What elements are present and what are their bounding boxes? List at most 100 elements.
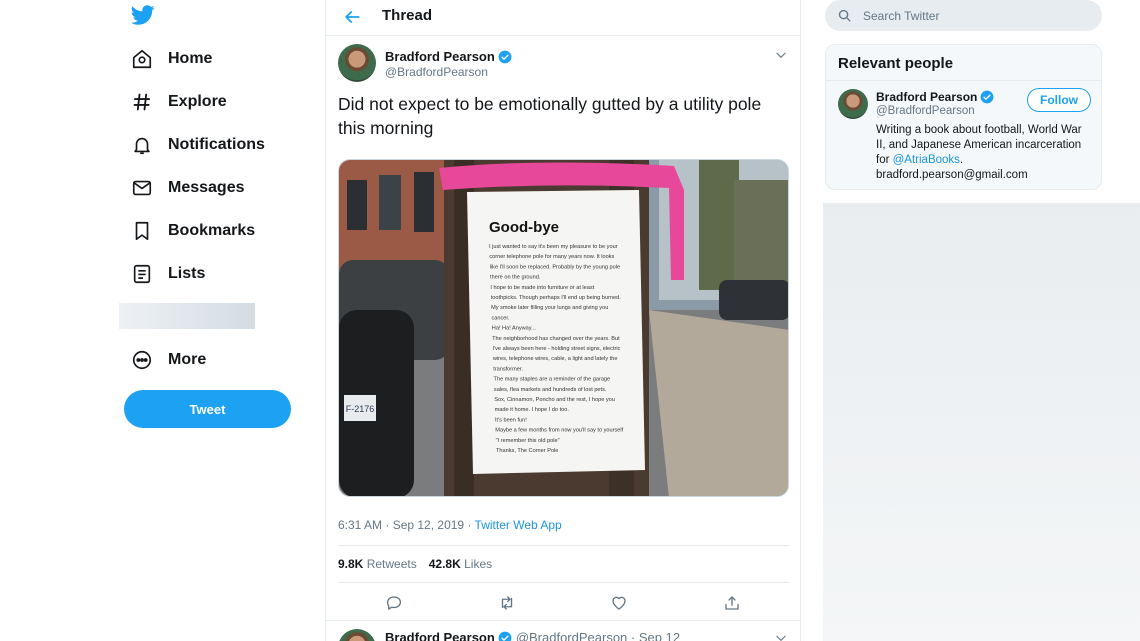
relevant-person-handle[interactable]: @BradfordPearson xyxy=(876,105,975,117)
nav-label-bookmarks: Bookmarks xyxy=(168,222,256,239)
more-icon xyxy=(130,348,154,372)
sign-line: I hope to be made into furniture or at l… xyxy=(490,285,594,291)
hashtag-icon xyxy=(130,90,154,114)
sign-line: Thanks, The Corner Pole xyxy=(496,448,558,454)
tweet-actions xyxy=(326,592,800,616)
twitter-logo-icon[interactable] xyxy=(130,3,156,27)
nav-label-messages: Messages xyxy=(168,179,245,196)
sign-line: Maybe a few months from now you'll say t… xyxy=(495,428,623,434)
nav-item-notifications[interactable]: Notifications xyxy=(130,128,265,162)
sign-line: there on the ground. xyxy=(490,275,541,281)
nav-item-messages[interactable]: Messages xyxy=(130,171,245,205)
likes-stat[interactable]: 42.8K Likes xyxy=(429,557,492,571)
search-bar[interactable] xyxy=(825,0,1102,31)
tweet-author-handle[interactable]: @BradfordPearson xyxy=(385,65,488,79)
search-icon xyxy=(838,9,851,22)
tweet-text: Did not expect to be emotionally gutted … xyxy=(338,94,762,138)
bio-text-end: . xyxy=(959,154,964,166)
reply-author-row: Bradford Pearson @BradfordPearson · Sep … xyxy=(385,630,680,641)
sign-line: corner telephone pole for many years now… xyxy=(489,254,614,260)
tweet-photo[interactable]: F-2176 Good-bye I just wanted to say it'… xyxy=(338,159,789,497)
nav-item-more[interactable]: More xyxy=(130,343,206,377)
sign-line: The neighborhood has changed over the ye… xyxy=(492,336,620,342)
reply-author-handle[interactable]: @BradfordPearson · Sep 12 xyxy=(516,630,680,641)
nav-label-notifications: Notifications xyxy=(168,136,265,153)
chevron-down-icon[interactable] xyxy=(774,48,788,62)
avatar[interactable] xyxy=(338,629,376,641)
avatar[interactable] xyxy=(838,89,868,119)
tweet-time: 6:31 AM · Sep 12, 2019 · xyxy=(338,518,475,532)
sign-title: Good-bye xyxy=(489,219,559,236)
sign-line: sales, flea markets and hundreds of lost… xyxy=(494,387,607,393)
sign-line: I just wanted to say it's been my pleasu… xyxy=(489,244,618,250)
sign-line: My smoke later filling your lungs and gi… xyxy=(491,305,608,311)
sign-line: transformer. xyxy=(493,366,523,372)
page-title: Thread xyxy=(382,7,433,24)
nav-label-lists: Lists xyxy=(168,265,206,282)
trends-placeholder xyxy=(823,203,1140,641)
nav-item-bookmarks[interactable]: Bookmarks xyxy=(130,214,255,248)
likes-count: 42.8K xyxy=(428,557,461,571)
reply-icon[interactable] xyxy=(385,594,403,612)
verified-badge-icon xyxy=(498,50,512,63)
relevant-person-row: Bradford Pearson xyxy=(876,90,994,104)
tweet-author-row: Bradford Pearson xyxy=(385,49,512,64)
tweet-timestamp: 6:31 AM · Sep 12, 2019 · Twitter Web App xyxy=(338,518,562,532)
sign-line: cancer. xyxy=(491,315,509,321)
bookmark-icon xyxy=(130,219,154,243)
nav-label-more: More xyxy=(168,351,207,368)
back-arrow-icon[interactable] xyxy=(342,7,362,27)
retweets-stat[interactable]: 9.8K Retweets xyxy=(338,557,417,571)
chevron-down-icon[interactable] xyxy=(774,631,788,641)
follow-button[interactable]: Follow xyxy=(1027,88,1091,112)
nav-item-explore[interactable]: Explore xyxy=(130,85,227,119)
sign-line: like I'll soon be replaced. Probably by … xyxy=(490,264,620,270)
sign-line: I've always been here - holding street s… xyxy=(493,346,621,352)
search-input[interactable] xyxy=(863,0,1093,31)
divider xyxy=(326,620,800,621)
divider xyxy=(338,545,789,546)
home-icon xyxy=(130,47,154,71)
retweets-count: 9.8K xyxy=(338,557,364,571)
verified-badge-icon xyxy=(498,631,512,641)
license-plate-text: F-2176 xyxy=(346,404,375,414)
likes-label: Likes xyxy=(464,557,493,571)
sign-line: toothpicks. Though perhaps I'll end up b… xyxy=(491,295,621,301)
nav-label-explore: Explore xyxy=(168,93,227,110)
tweet-button[interactable]: Tweet xyxy=(124,390,291,428)
sign-line: The many staples are a reminder of the g… xyxy=(494,377,611,383)
sign-line: Sox, Cinnamon, Poncho and the rest, I ho… xyxy=(494,397,615,403)
main-column: Thread Bradford Pearson @BradfordPearson… xyxy=(325,0,801,641)
tweet-photo-image: F-2176 Good-bye I just wanted to say it'… xyxy=(339,160,788,496)
tweet-author-name[interactable]: Bradford Pearson xyxy=(385,49,495,64)
panel-title: Relevant people xyxy=(838,55,954,72)
share-icon[interactable] xyxy=(723,594,741,612)
sign-line: wires, telephone wires, cable, a light a… xyxy=(492,356,618,362)
tweet-source-link[interactable]: Twitter Web App xyxy=(475,518,562,532)
sign-line: Ha! Ha! Anyway... xyxy=(492,326,536,332)
envelope-icon xyxy=(130,176,154,200)
bio-email: bradford.pearson@gmail.com xyxy=(876,169,1028,181)
retweet-icon[interactable] xyxy=(498,594,516,612)
relevant-people-panel: Relevant people Bradford Pearson @Bradfo… xyxy=(825,44,1102,190)
tweet-stats: 9.8K Retweets 42.8K Likes xyxy=(338,557,492,571)
like-heart-icon[interactable] xyxy=(610,594,628,612)
relevant-person-name[interactable]: Bradford Pearson xyxy=(876,90,977,104)
sign-line: "I remember this old pole" xyxy=(496,438,560,444)
sign-line: It's been fun! xyxy=(495,417,527,423)
divider xyxy=(826,80,1101,81)
relevant-person-bio: Writing a book about football, World War… xyxy=(876,123,1091,183)
avatar[interactable] xyxy=(338,44,376,82)
nav-label-home: Home xyxy=(168,50,213,67)
nav-profile-placeholder xyxy=(119,303,255,329)
bio-mention-link[interactable]: @AtriaBooks xyxy=(893,154,960,166)
reply-author-name[interactable]: Bradford Pearson xyxy=(385,630,495,641)
nav-item-home[interactable]: Home xyxy=(130,42,212,76)
bell-icon xyxy=(130,133,154,157)
left-nav: Home Explore Notifications Messages Book… xyxy=(118,0,318,641)
list-icon xyxy=(130,262,154,286)
sign-line: made it home. I hope I do too. xyxy=(495,407,570,413)
nav-item-lists[interactable]: Lists xyxy=(130,257,205,291)
retweets-label: Retweets xyxy=(366,557,417,571)
thread-header: Thread xyxy=(326,0,800,36)
